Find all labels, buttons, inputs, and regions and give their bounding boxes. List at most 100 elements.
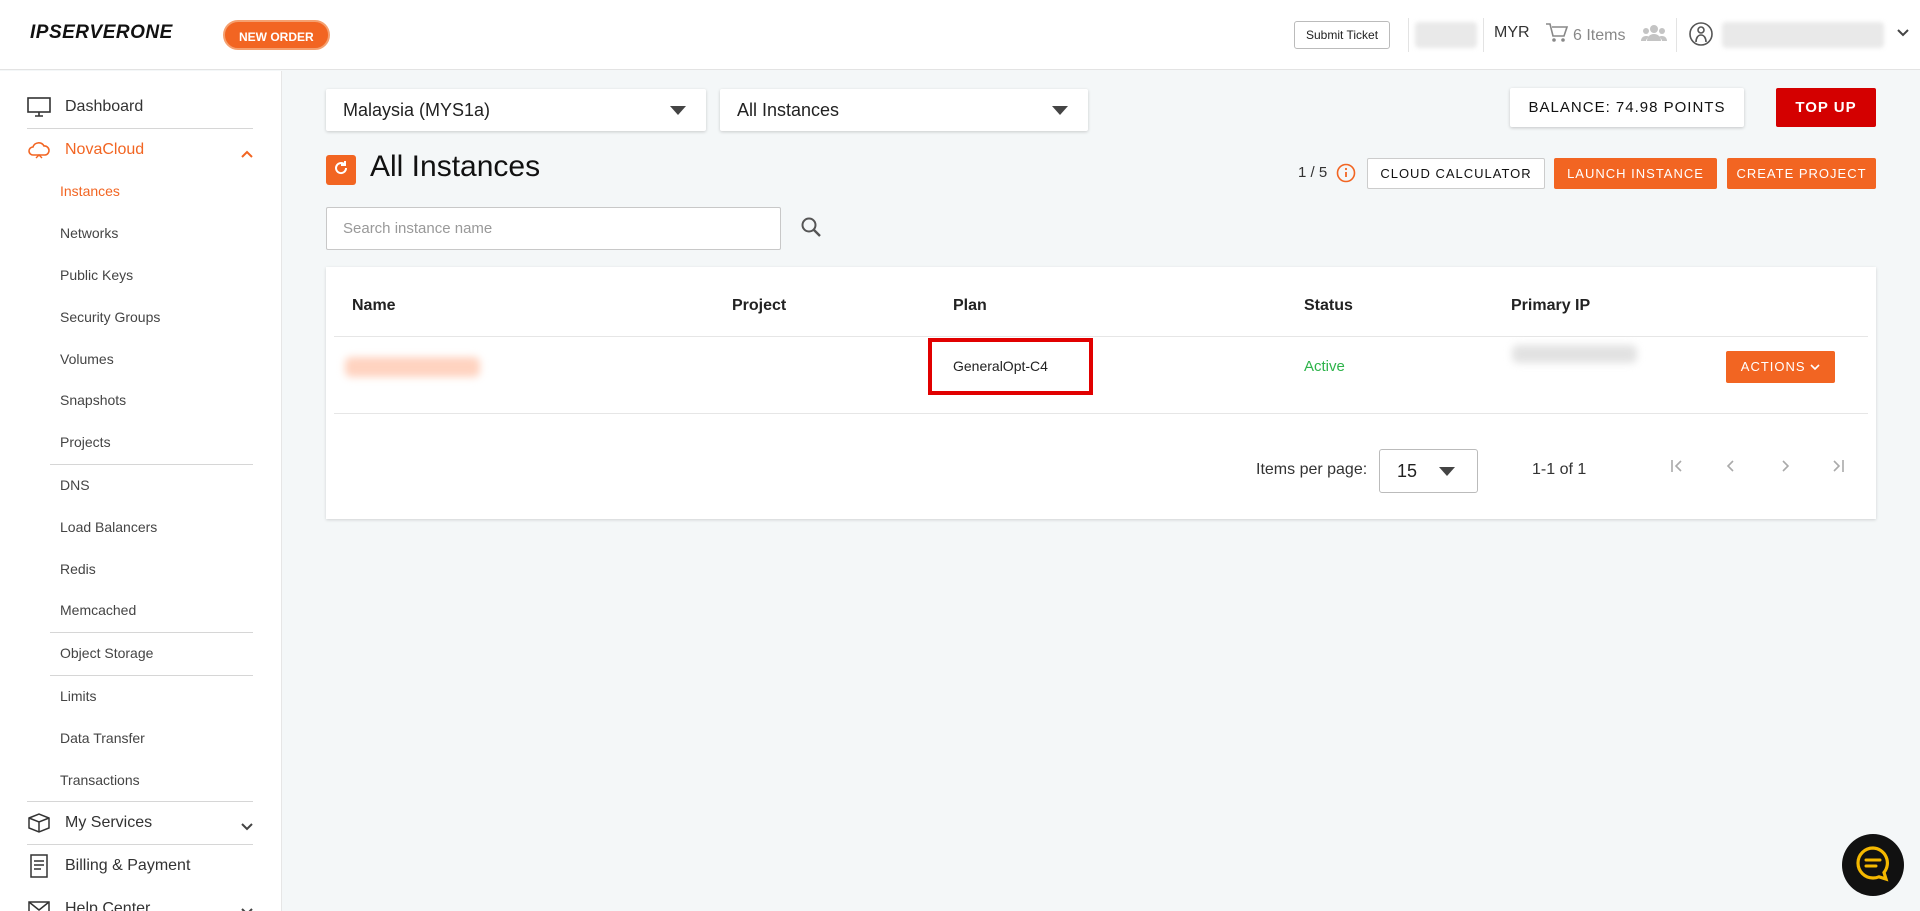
pagination-range: 1-1 of 1 <box>1532 461 1587 478</box>
refresh-icon <box>333 160 349 181</box>
status-badge: Active <box>1304 358 1345 375</box>
actions-button-label: ACTIONS <box>1740 359 1806 374</box>
cloud-icon <box>27 138 51 162</box>
sidebar-item-label: Dashboard <box>65 98 144 115</box>
header-divider <box>1483 18 1484 52</box>
chevron-down-icon[interactable] <box>1896 25 1910 43</box>
sidebar-item-label: NovaCloud <box>65 141 145 158</box>
sidebar-item-instances[interactable]: Instances <box>60 183 120 199</box>
search-input[interactable] <box>326 207 781 250</box>
instance-quota: 1 / 5 <box>1298 164 1328 181</box>
cart-count: 6 Items <box>1573 26 1626 44</box>
primary-ip-redacted <box>1512 345 1637 363</box>
sidebar <box>0 71 282 911</box>
instance-scope-select[interactable]: All Instances <box>720 89 1088 131</box>
sidebar-divider <box>27 128 253 129</box>
instances-table-card <box>326 267 1876 519</box>
caret-down-icon <box>670 106 686 115</box>
chevron-up-icon[interactable] <box>240 146 254 164</box>
plan-highlight-box <box>928 338 1093 395</box>
user-avatar-icon[interactable] <box>1688 20 1714 53</box>
sidebar-item-data-transfer[interactable]: Data Transfer <box>60 730 145 746</box>
actions-button[interactable]: ACTIONS <box>1726 351 1835 383</box>
sidebar-item-label: My Services <box>65 814 153 831</box>
sidebar-item-snapshots[interactable]: Snapshots <box>60 392 126 408</box>
top-header: IPSERVERONE NEW ORDER Submit Ticket MYR … <box>0 0 1920 70</box>
items-per-page-label: Items per page: <box>1256 461 1368 478</box>
caret-down-icon <box>1052 106 1068 115</box>
box-icon <box>27 811 51 835</box>
page-title: All Instances <box>370 150 541 183</box>
column-header-plan[interactable]: Plan <box>953 297 987 315</box>
sidebar-divider <box>27 801 253 802</box>
chevron-down-icon <box>1810 359 1820 374</box>
table-row-divider <box>334 413 1868 414</box>
chevron-down-icon[interactable] <box>240 819 254 837</box>
sidebar-item-networks[interactable]: Networks <box>60 225 118 241</box>
next-page-icon[interactable] <box>1773 454 1797 478</box>
cloud-calculator-button[interactable]: CLOUD CALCULATOR <box>1367 158 1545 189</box>
header-divider <box>1408 18 1409 52</box>
sidebar-item-label: Billing & Payment <box>65 857 191 874</box>
chat-icon <box>1854 844 1892 887</box>
team-icon[interactable] <box>1641 22 1667 49</box>
sidebar-item-help-center[interactable]: Help Center <box>27 897 150 911</box>
mail-icon <box>27 897 51 911</box>
sidebar-item-memcached[interactable]: Memcached <box>60 602 136 618</box>
scope-select-value: All Instances <box>737 100 840 120</box>
info-icon[interactable] <box>1336 163 1356 188</box>
column-header-name[interactable]: Name <box>352 297 396 315</box>
monitor-icon <box>27 95 51 119</box>
refresh-button[interactable] <box>326 155 356 185</box>
sidebar-item-public-keys[interactable]: Public Keys <box>60 267 133 283</box>
sidebar-item-redis[interactable]: Redis <box>60 561 96 577</box>
sidebar-divider <box>50 675 253 676</box>
sidebar-item-security-groups[interactable]: Security Groups <box>60 309 160 325</box>
launch-instance-button[interactable]: LAUNCH INSTANCE <box>1554 158 1717 189</box>
invoice-icon <box>27 854 51 878</box>
region-select[interactable]: Malaysia (MYS1a) <box>326 89 706 131</box>
previous-page-icon[interactable] <box>1719 454 1743 478</box>
chevron-down-icon[interactable] <box>240 903 254 911</box>
table-header-divider <box>334 336 1868 337</box>
search-icon[interactable] <box>800 216 822 243</box>
currency-selector[interactable]: MYR <box>1494 24 1530 42</box>
sidebar-divider <box>27 844 253 845</box>
new-order-button[interactable]: NEW ORDER <box>223 20 330 50</box>
top-up-button[interactable]: TOP UP <box>1776 88 1876 127</box>
sidebar-item-projects[interactable]: Projects <box>60 434 111 450</box>
cart-icon <box>1545 22 1569 49</box>
header-divider <box>1676 18 1677 52</box>
sidebar-item-limits[interactable]: Limits <box>60 688 97 704</box>
create-project-button[interactable]: CREATE PROJECT <box>1727 158 1876 189</box>
cart-button[interactable]: 6 Items <box>1545 22 1625 49</box>
balance-display: BALANCE: 74.98 POINTS <box>1510 88 1744 127</box>
instance-name-redacted[interactable] <box>345 357 480 377</box>
submit-ticket-button[interactable]: Submit Ticket <box>1294 21 1391 49</box>
sidebar-item-load-balancers[interactable]: Load Balancers <box>60 519 157 535</box>
last-page-icon[interactable] <box>1826 454 1850 478</box>
sidebar-item-volumes[interactable]: Volumes <box>60 351 114 367</box>
sidebar-item-label: Help Center <box>65 900 151 911</box>
sidebar-item-billing[interactable]: Billing & Payment <box>27 854 190 878</box>
sidebar-item-dns[interactable]: DNS <box>60 477 90 493</box>
column-header-primary-ip[interactable]: Primary IP <box>1511 297 1590 315</box>
sidebar-item-my-services[interactable]: My Services <box>27 811 152 835</box>
items-per-page-value: 15 <box>1397 461 1418 481</box>
sidebar-divider <box>50 464 253 465</box>
caret-down-icon <box>1439 467 1455 476</box>
account-credit-redacted <box>1415 22 1477 48</box>
region-select-value: Malaysia (MYS1a) <box>343 100 491 120</box>
sidebar-divider <box>50 632 253 633</box>
column-header-project[interactable]: Project <box>732 297 786 315</box>
items-per-page-select[interactable]: 15 <box>1379 449 1478 493</box>
sidebar-item-object-storage[interactable]: Object Storage <box>60 645 153 661</box>
sidebar-item-novacloud[interactable]: NovaCloud <box>27 138 144 162</box>
first-page-icon[interactable] <box>1665 454 1689 478</box>
sidebar-item-transactions[interactable]: Transactions <box>60 772 140 788</box>
username-redacted <box>1722 22 1884 48</box>
chat-button[interactable] <box>1842 834 1904 896</box>
brand-logo[interactable]: IPSERVERONE <box>30 22 173 44</box>
sidebar-item-dashboard[interactable]: Dashboard <box>27 95 143 119</box>
column-header-status[interactable]: Status <box>1304 297 1353 315</box>
